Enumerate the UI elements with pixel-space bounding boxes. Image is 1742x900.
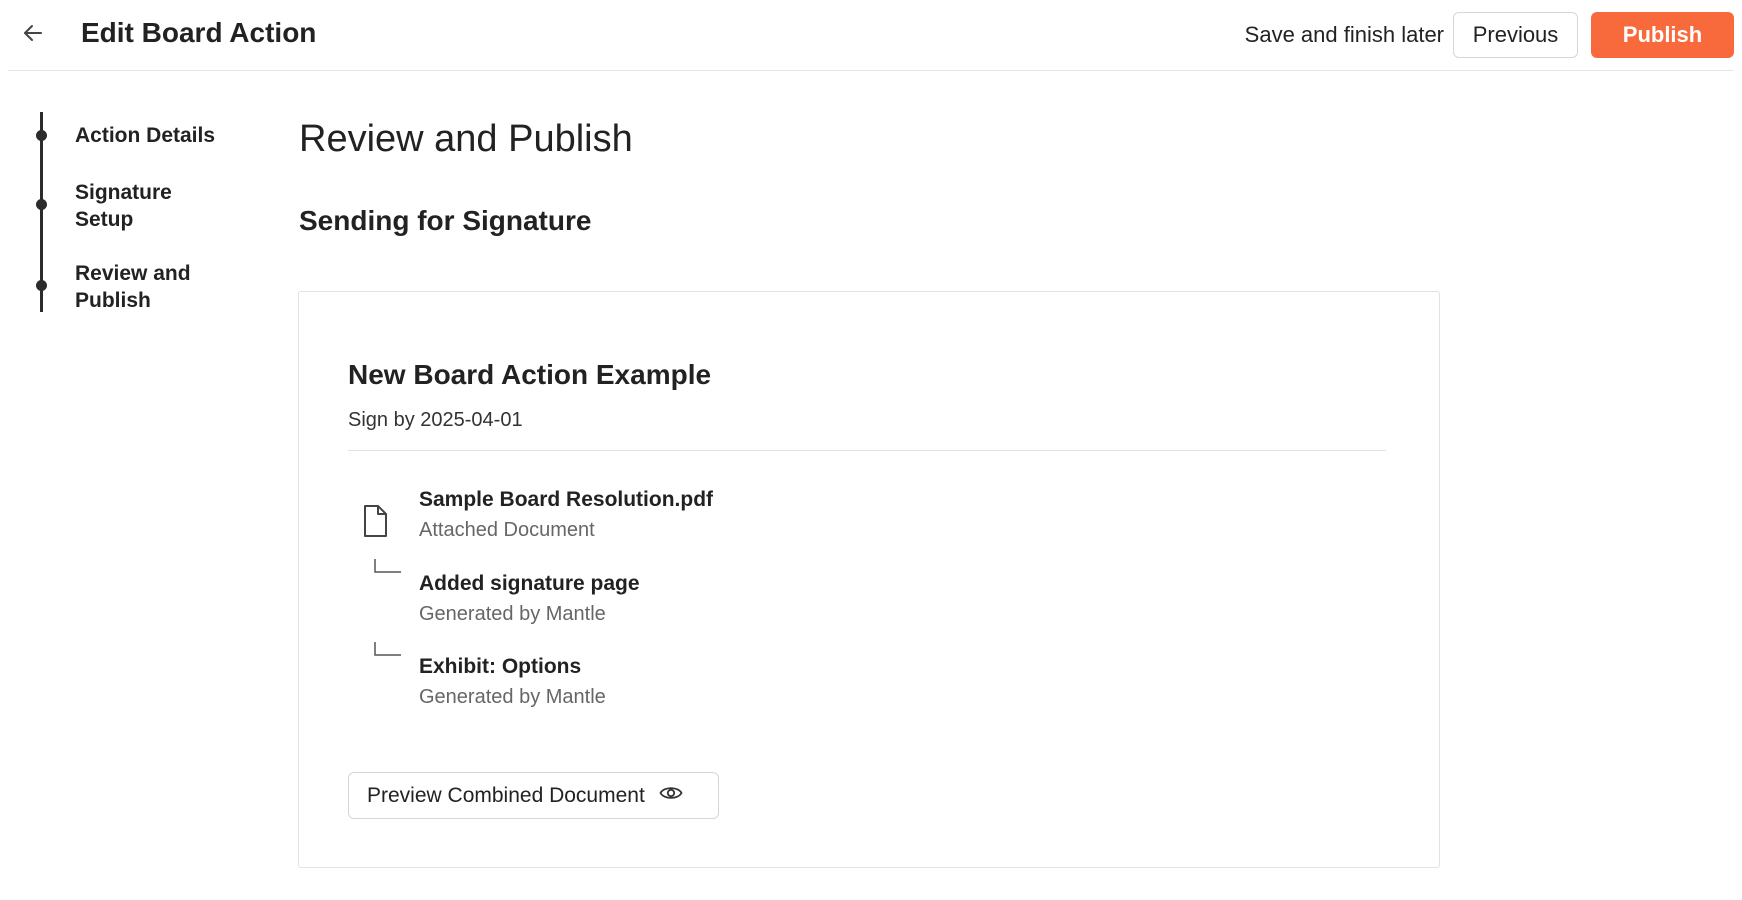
signature-page-name[interactable]: Added signature page xyxy=(419,572,640,596)
step-dot xyxy=(36,199,47,210)
save-and-finish-later-button[interactable]: Save and finish later xyxy=(1245,22,1444,48)
step-dot xyxy=(36,280,47,291)
document-name[interactable]: Sample Board Resolution.pdf xyxy=(419,488,713,512)
card-title: New Board Action Example xyxy=(348,359,712,390)
document-meta: Attached Document xyxy=(419,519,595,541)
preview-combined-document-button[interactable]: Preview Combined Document xyxy=(348,772,719,819)
main-title: Review and Publish xyxy=(299,118,633,160)
page-title: Edit Board Action xyxy=(81,17,317,48)
top-bar: Edit Board Action Save and finish later … xyxy=(8,0,1734,71)
progress-stepper: Action Details Signature Setup Review an… xyxy=(30,112,250,322)
step-review-and-publish[interactable]: Review and Publish xyxy=(75,260,205,314)
branch-icon xyxy=(373,558,403,578)
publish-button[interactable]: Publish xyxy=(1591,12,1734,58)
branch-icon xyxy=(373,641,403,661)
exhibit-name[interactable]: Exhibit: Options xyxy=(419,655,581,679)
file-icon xyxy=(361,504,389,538)
eye-icon xyxy=(659,784,683,808)
step-action-details[interactable]: Action Details xyxy=(75,122,235,149)
sign-by-date: Sign by 2025-04-01 xyxy=(348,409,523,431)
board-action-card: New Board Action Example Sign by 2025-04… xyxy=(298,291,1440,868)
signature-page-meta: Generated by Mantle xyxy=(419,603,606,625)
back-button[interactable] xyxy=(18,20,48,50)
exhibit-meta: Generated by Mantle xyxy=(419,686,606,708)
divider xyxy=(348,450,1386,451)
arrow-left-icon xyxy=(21,21,45,50)
step-dot xyxy=(36,130,47,141)
preview-label: Preview Combined Document xyxy=(367,783,645,807)
step-signature-setup[interactable]: Signature Setup xyxy=(75,179,185,233)
section-title: Sending for Signature xyxy=(299,205,592,236)
previous-button[interactable]: Previous xyxy=(1453,12,1578,58)
